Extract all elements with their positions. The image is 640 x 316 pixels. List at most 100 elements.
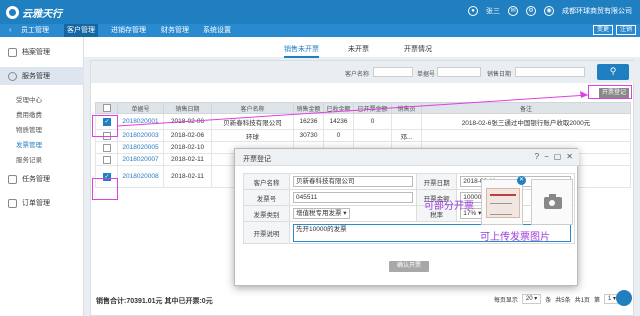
col-doc-no[interactable]: 单据号 <box>117 102 164 114</box>
row-customer: 贝新春科技有限公司 <box>211 113 294 130</box>
remove-image-icon[interactable]: ✕ <box>517 176 526 185</box>
sidebar-group-service[interactable]: 服务管理 <box>0 67 84 85</box>
confirm-invoice-button[interactable]: 确认开票 <box>389 261 429 272</box>
scroll-top-button[interactable] <box>616 290 632 306</box>
row-doc-no[interactable]: 2018020005 <box>117 141 164 154</box>
company-name: 成都环球商贸有限公司 <box>562 8 632 15</box>
row-received: 14236 <box>323 113 354 130</box>
logout-button[interactable]: 注销 <box>615 25 636 35</box>
close-icon[interactable]: ✕ <box>566 152 573 161</box>
invoice-type-select[interactable]: 增值税专用发票 ▾ <box>293 208 350 219</box>
nav-finance[interactable]: 财务管理 <box>158 24 192 37</box>
user-icon[interactable]: ● <box>468 6 478 16</box>
col-customer[interactable]: 客户名称 <box>211 102 294 114</box>
customer-name-label: 客户名称 <box>345 72 370 78</box>
doc-no-label: 单据号 <box>417 72 436 78</box>
row-doc-no[interactable]: 2018020008 <box>117 165 164 188</box>
annotation-upload: 可上传发票图片 <box>480 232 550 243</box>
row-checkbox[interactable] <box>102 155 111 164</box>
row-customer: 环球 <box>211 129 294 142</box>
per-page-select[interactable]: 20 ▾ <box>521 294 542 304</box>
col-received[interactable]: 已收金额 <box>323 102 354 114</box>
row-date: 2018-02-10 <box>163 141 212 154</box>
search-icon: ⚲ <box>609 66 617 76</box>
camera-icon <box>544 194 562 209</box>
user-name[interactable]: 张三 <box>486 6 500 16</box>
tab-bar: 销售未开票 未开票 开票情况 <box>84 37 640 58</box>
nav-employee[interactable]: 员工管理 <box>18 24 52 37</box>
sidebar-group-archive[interactable]: 档案管理 <box>0 43 84 61</box>
help-icon[interactable]: ? <box>535 152 539 161</box>
tab-sales-uninvoiced[interactable]: 销售未开票 <box>284 44 319 58</box>
sidebar-item-accept[interactable]: 受理中心 <box>16 94 42 104</box>
type-label: 发票类别 <box>243 205 290 222</box>
table-footer: 销售合计:70391.01元 其中已开票:0元 每页显示 20 ▾ 条 共5条 … <box>90 292 634 306</box>
invoice-no-label: 发票号 <box>243 189 290 206</box>
row-date: 2018-02-11 <box>163 165 212 188</box>
doc-no-input[interactable] <box>437 67 481 77</box>
row-checkbox[interactable] <box>102 143 111 152</box>
col-note[interactable]: 备注 <box>421 102 631 114</box>
nav-settings[interactable]: 系统设置 <box>200 24 234 37</box>
invoice-no-field[interactable]: 045511 <box>293 192 413 203</box>
col-salesperson[interactable]: 销售员 <box>391 102 422 114</box>
sidebar-group-task[interactable]: 任务管理 <box>0 170 84 188</box>
select-all-header[interactable] <box>95 102 118 114</box>
select-all-checkbox[interactable] <box>102 104 111 112</box>
logo-icon <box>6 6 19 19</box>
customer-field[interactable]: 贝新春科技有限公司 <box>293 176 413 187</box>
row-date: 2018-02-06 <box>163 113 212 130</box>
search-button[interactable]: ⚲ <box>597 64 629 80</box>
row-salesperson: 邓... <box>391 129 422 142</box>
back-icon[interactable]: ‹ <box>6 24 14 37</box>
top-bar: 云雅天行 ● 张三 ✉ ⚙ ◉ 成都环球商贸有限公司 <box>0 0 640 24</box>
tab-uninvoiced[interactable]: 未开票 <box>348 44 369 54</box>
company-icon: ◉ <box>544 6 554 16</box>
row-invoiced: 0 <box>353 113 392 130</box>
minimize-icon[interactable]: − <box>544 152 549 161</box>
total-count: 共5条 <box>555 297 571 304</box>
main-nav: ‹ 员工管理 客户管理 进销存管理 财务管理 系统设置 变更 注销 <box>0 24 640 37</box>
sidebar-item-invoice[interactable]: 发票管理 <box>16 139 42 149</box>
sale-date-input[interactable] <box>515 67 585 77</box>
sidebar-group-order[interactable]: 订单管理 <box>0 194 84 212</box>
col-date[interactable]: 销售日期 <box>163 102 212 114</box>
annotation-partial: 可部分开票 <box>424 201 474 212</box>
row-doc-no[interactable]: 2018020001 <box>117 113 164 130</box>
maximize-icon[interactable]: ▢ <box>554 152 562 161</box>
sidebar-item-records[interactable]: 服务记录 <box>16 154 42 164</box>
archive-icon <box>8 47 17 57</box>
task-icon <box>8 174 17 184</box>
nav-customer[interactable]: 客户管理 <box>64 24 98 37</box>
row-amount: 16236 <box>293 113 324 130</box>
invoice-image <box>486 188 520 218</box>
table-row[interactable]: 2018020003 2018-02-06 环球 30730 0 邓... <box>95 129 631 142</box>
customer-label: 客户名称 <box>243 173 290 190</box>
order-icon <box>8 198 17 208</box>
sidebar-item-materials[interactable]: 物质管理 <box>16 124 42 134</box>
total-pages: 共1页 <box>574 297 590 304</box>
sales-total: 销售合计:70391.01元 其中已开票:0元 <box>96 298 213 305</box>
row-doc-no[interactable]: 2018020007 <box>117 153 164 166</box>
app-name: 云雅天行 <box>22 9 62 20</box>
search-bar: 客户名称 单据号 销售日期 ⚲ <box>91 61 635 83</box>
col-invoiced[interactable]: 已开票金额 <box>353 102 392 114</box>
row-amount: 30730 <box>293 129 324 142</box>
table-row[interactable]: 2018020001 2018-02-06 贝新春科技有限公司 16236 14… <box>95 113 631 130</box>
highlight-box <box>92 115 118 137</box>
mail-icon[interactable]: ✉ <box>508 6 518 16</box>
col-amount[interactable]: 销售金额 <box>293 102 324 114</box>
highlight-box <box>92 178 118 200</box>
pager: 每页显示 20 ▾ 条 共5条 共1页 第 1 ▾ 页 <box>494 294 630 304</box>
heart-icon <box>8 71 17 81</box>
row-doc-no[interactable]: 2018020003 <box>117 129 164 142</box>
nav-inventory[interactable]: 进销存管理 <box>108 24 149 37</box>
sidebar-item-fees[interactable]: 费用缴费 <box>16 109 42 119</box>
switch-button[interactable]: 变更 <box>592 25 613 35</box>
customer-name-input[interactable] <box>373 67 413 77</box>
row-note <box>421 129 631 142</box>
upload-image-button[interactable] <box>531 179 573 225</box>
tab-invoice-status[interactable]: 开票情况 <box>404 44 432 54</box>
settings-icon[interactable]: ⚙ <box>526 6 536 16</box>
invoice-image-thumb[interactable]: ✕ <box>481 176 526 225</box>
